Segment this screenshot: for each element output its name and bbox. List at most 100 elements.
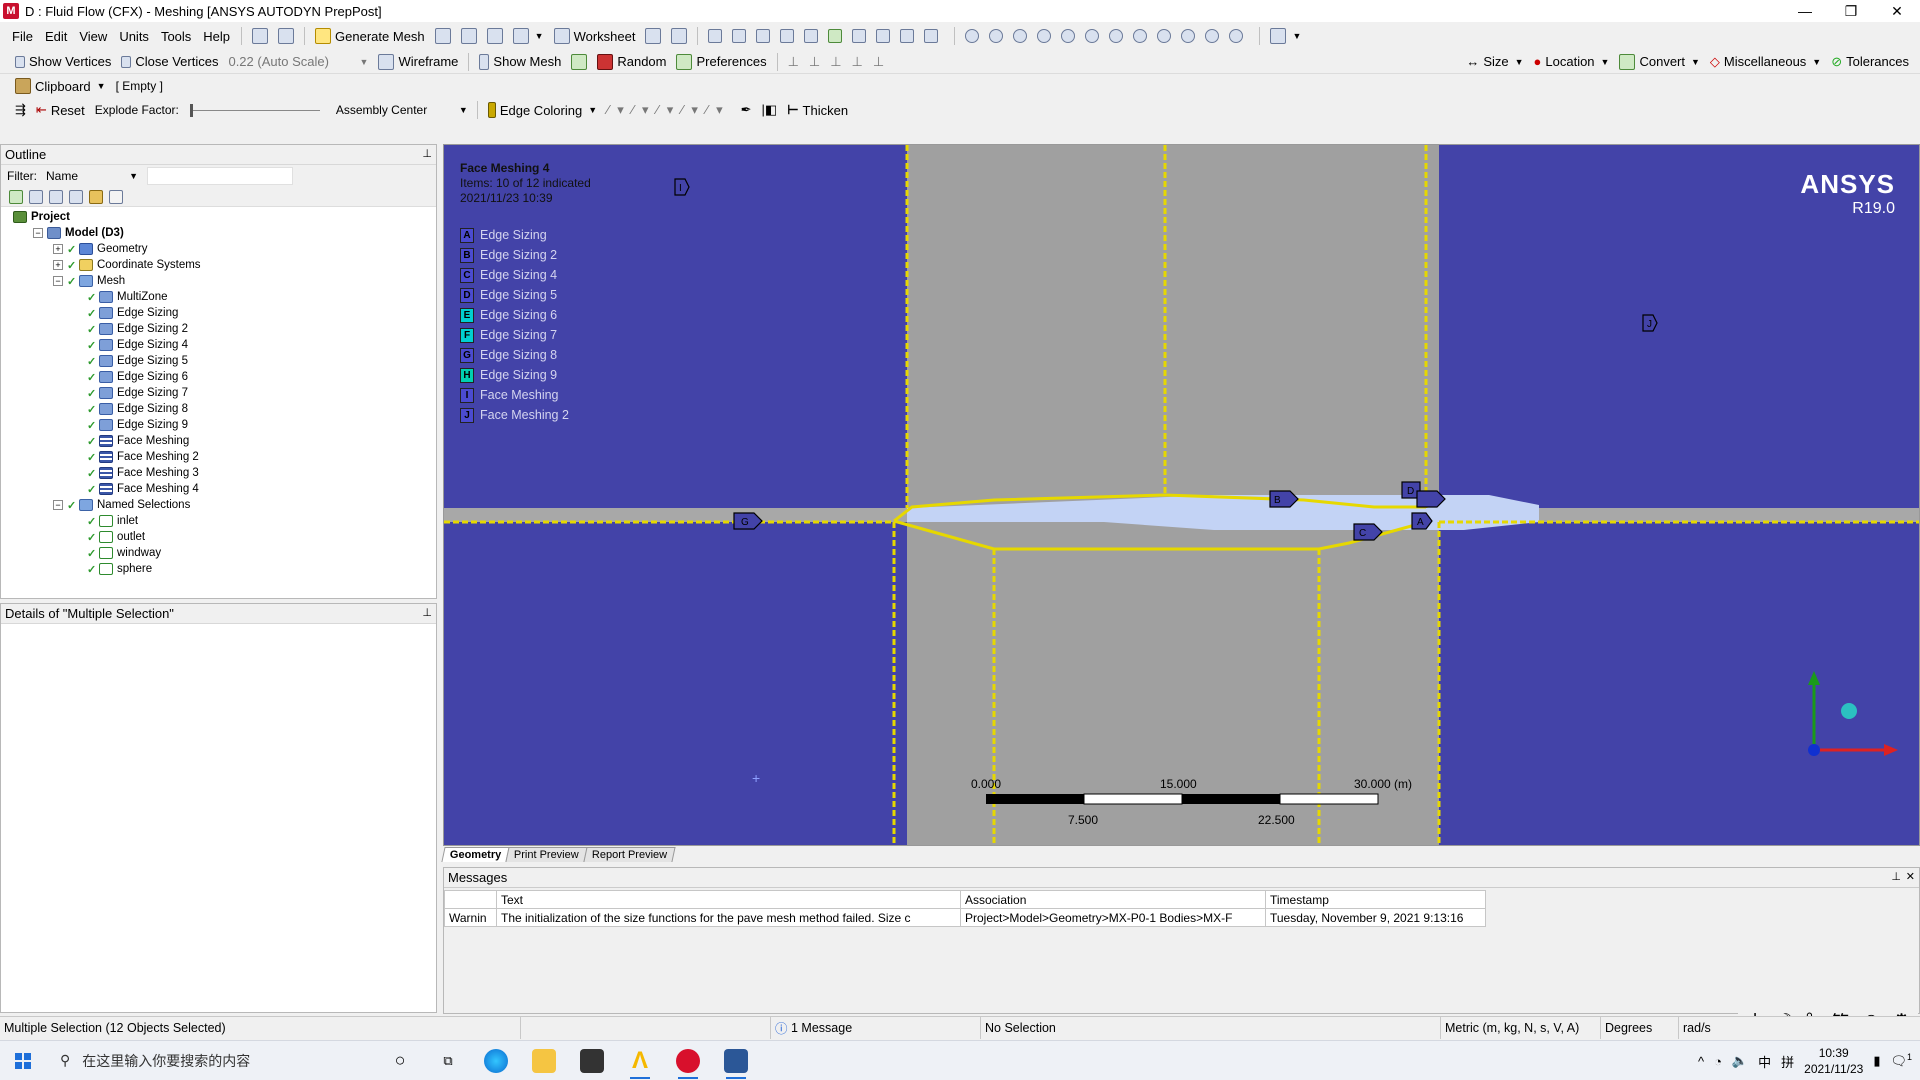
menu-tools[interactable]: Tools — [155, 29, 197, 44]
tree-item[interactable]: − ✓ Mesh — [1, 273, 436, 289]
meshing-app-button[interactable] — [664, 1041, 712, 1080]
explode-view-button[interactable]: ⇶ — [10, 99, 31, 121]
shuffle-button[interactable] — [273, 25, 299, 47]
rotate-icon[interactable] — [965, 29, 980, 43]
menu-units[interactable]: Units — [113, 29, 155, 44]
tree-item[interactable]: − Model (D3) — [1, 225, 436, 241]
table-row[interactable]: Warnin The initialization of the size fu… — [444, 908, 1486, 927]
collapse-icon[interactable]: − — [53, 500, 63, 510]
tree-item[interactable]: ✓ Edge Sizing 9 — [1, 417, 436, 433]
tree-item[interactable]: ✓ Edge Sizing 7 — [1, 385, 436, 401]
next-view-icon[interactable] — [1205, 29, 1220, 43]
random-colors-button[interactable]: Random — [592, 51, 671, 73]
filter-input[interactable] — [147, 167, 293, 185]
tree-item[interactable]: Project — [1, 209, 436, 225]
tree-item[interactable]: ✓ Face Meshing 4 — [1, 481, 436, 497]
expand-icon[interactable]: + — [53, 260, 63, 270]
collapse-icon[interactable]: − — [53, 276, 63, 286]
status-messages[interactable]: ⓘ 1 Message — [771, 1016, 981, 1039]
convert-dropdown[interactable]: Convert ▼ — [1614, 51, 1704, 73]
select-body2-icon[interactable] — [876, 29, 891, 43]
preferences-button[interactable]: Preferences — [671, 51, 771, 73]
show-mesh-button[interactable]: Show Mesh — [474, 51, 566, 73]
select-dropdown-icon[interactable] — [924, 29, 939, 43]
tree-item[interactable]: ✓ inlet — [1, 513, 436, 529]
pan-icon[interactable] — [989, 29, 1004, 43]
show-desktop-icon[interactable]: ▮ — [1873, 1053, 1880, 1069]
refresh-icon[interactable] — [9, 189, 23, 204]
start-button[interactable] — [0, 1041, 46, 1080]
tree-item[interactable]: + ✓ Coordinate Systems — [1, 257, 436, 273]
mesh-tool-3-button[interactable] — [482, 25, 508, 47]
file-explorer-button[interactable] — [520, 1041, 568, 1080]
tolerances-button[interactable]: ⊘ Tolerances — [1826, 51, 1914, 73]
menu-edit[interactable]: Edit — [39, 29, 73, 44]
tray-pinyin[interactable]: 拼 — [1781, 1052, 1794, 1071]
select-vertex-icon[interactable] — [708, 29, 723, 43]
isometric-icon[interactable] — [1157, 29, 1172, 43]
tree-item[interactable]: ✓ Face Meshing 2 — [1, 449, 436, 465]
axis-button[interactable] — [566, 51, 592, 73]
volume-icon[interactable]: 🔈 — [1732, 1053, 1748, 1069]
box-zoom-icon[interactable] — [1037, 29, 1052, 43]
show-vertices-button[interactable]: Show Vertices — [10, 51, 116, 73]
tree-item[interactable]: − ✓ Named Selections — [1, 497, 436, 513]
mesh-tool-1-button[interactable] — [430, 25, 456, 47]
status-angle[interactable]: Degrees — [1601, 1016, 1679, 1039]
tab-geometry[interactable]: Geometry — [441, 847, 510, 862]
auto-scale-dropdown[interactable]: 0.22 (Auto Scale) ▼ — [223, 51, 373, 73]
print-icon[interactable] — [1229, 29, 1244, 43]
tab-report-preview[interactable]: Report Preview — [583, 847, 676, 862]
tag-button[interactable] — [666, 25, 692, 47]
close-icon[interactable]: ✕ — [1906, 870, 1915, 883]
edge-coloring-dropdown[interactable]: Edge Coloring ▼ — [483, 99, 602, 121]
status-rate[interactable]: rad/s — [1679, 1017, 1729, 1039]
select-green-icon[interactable] — [828, 29, 843, 43]
close-vertices-button[interactable]: Close Vertices — [116, 51, 223, 73]
select-face2-icon[interactable] — [852, 29, 867, 43]
pin-icon[interactable]: ⊥ — [422, 606, 432, 619]
slider-thumb[interactable] — [189, 103, 193, 117]
cortana-button[interactable]: ○ — [376, 1041, 424, 1080]
menu-file[interactable]: File — [6, 29, 39, 44]
filter-type-dropdown[interactable]: Name ▼ — [43, 167, 141, 185]
notification-center-icon[interactable]: 🗨1 — [1890, 1052, 1912, 1069]
expand-icon[interactable] — [29, 189, 43, 204]
tree-item[interactable]: ✓ Edge Sizing 4 — [1, 337, 436, 353]
tree-item[interactable]: ✓ Face Meshing — [1, 433, 436, 449]
image-dropdown-button[interactable]: ▼ — [508, 25, 549, 47]
store-button[interactable] — [568, 1041, 616, 1080]
tree-item[interactable]: ✓ Edge Sizing 6 — [1, 369, 436, 385]
wireframe-button[interactable]: Wireframe — [373, 51, 463, 73]
worksheet-button[interactable]: Worksheet — [549, 25, 641, 47]
tree-item[interactable]: ✓ sphere — [1, 561, 436, 577]
assembly-center-dropdown[interactable]: Assembly Center ▼ — [332, 100, 472, 120]
zoom-green-icon[interactable] — [1109, 29, 1124, 43]
mesh-tool-2-button[interactable] — [456, 25, 482, 47]
tree-item[interactable]: ✓ windway — [1, 545, 436, 561]
menu-view[interactable]: View — [73, 29, 113, 44]
layout-dropdown-button[interactable]: ▼ — [1265, 25, 1306, 47]
zoom-selection-icon[interactable] — [1085, 29, 1100, 43]
pin-icon[interactable]: ⊥ — [1891, 870, 1901, 883]
location-dropdown[interactable]: ● Location ▼ — [1529, 51, 1615, 73]
pen-button[interactable]: ✒ — [736, 99, 757, 121]
zoom-icon[interactable] — [1013, 29, 1028, 43]
collapse-icon[interactable] — [49, 189, 63, 204]
thin-button[interactable]: |◧ — [757, 99, 783, 121]
status-units[interactable]: Metric (m, kg, N, s, V, A) — [1441, 1016, 1601, 1039]
column-text[interactable]: Text — [496, 890, 961, 909]
menu-help[interactable]: Help — [197, 29, 236, 44]
select-face-icon[interactable] — [780, 29, 795, 43]
column-association[interactable]: Association — [960, 890, 1266, 909]
command-prompt-button[interactable] — [247, 25, 273, 47]
geometry-canvas[interactable]: G B C D A I J + — [444, 145, 1920, 846]
clipboard-dropdown[interactable]: Clipboard ▼ — [10, 75, 111, 97]
zoom-previous-icon[interactable] — [1133, 29, 1148, 43]
expand-all-icon[interactable] — [69, 189, 83, 204]
restore-button[interactable]: ❐ — [1828, 0, 1874, 22]
folder-icon[interactable] — [89, 189, 103, 204]
sort-icon[interactable] — [109, 189, 123, 204]
taskbar-search[interactable]: ⚲ 在这里输入你要搜索的内容 — [46, 1041, 376, 1080]
tree-item[interactable]: ✓ Face Meshing 3 — [1, 465, 436, 481]
